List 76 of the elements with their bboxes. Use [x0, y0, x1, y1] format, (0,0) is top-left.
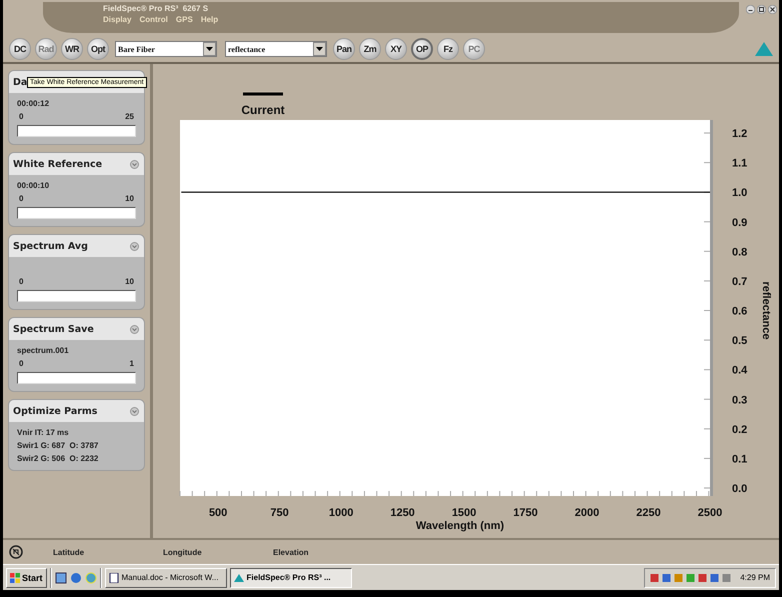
range-min: 0: [19, 277, 24, 286]
panel-title: Spectrum Avg: [13, 240, 88, 252]
range-max: 1: [130, 359, 134, 368]
panel-title: Da: [13, 76, 28, 88]
collapse-icon[interactable]: [130, 242, 139, 250]
dropdown[interactable]: Bare Fiber: [115, 41, 217, 57]
parameter-text: Swir2 G: 506 O: 2232: [17, 454, 100, 463]
x-tick-label: 2250: [636, 507, 661, 519]
range-min: 0: [19, 112, 24, 121]
x-tick-label: 1750: [513, 507, 538, 519]
legend: Current: [241, 92, 285, 117]
y-tick-label: 0.8: [732, 246, 748, 258]
toolbar-button[interactable]: Zm: [359, 38, 381, 60]
y-tick-label: 0.6: [732, 306, 748, 318]
panel-value: 00:00:12: [17, 99, 50, 108]
dropdown-arrow-icon: [206, 46, 213, 52]
parameter-text: Vnir IT: 17 ms: [17, 428, 70, 437]
taskbar-button[interactable]: Manual.doc - Microsoft W...: [104, 568, 227, 588]
legend-label: Current: [241, 103, 285, 117]
y-tick-label: 0.5: [732, 335, 748, 348]
window-title: FieldSpec® Pro RS³ 6267 S: [103, 4, 210, 13]
y-tick-label: 1.1: [732, 158, 748, 170]
status-label: Latitude: [53, 548, 86, 556]
document-icon: [108, 572, 119, 582]
x-tick-label: 1250: [390, 507, 415, 519]
dropdown[interactable]: reflectance: [225, 41, 327, 57]
restore-icon[interactable]: [757, 5, 766, 14]
x-tick-label: 2500: [698, 507, 722, 519]
y-tick-label: 0.0: [732, 483, 748, 496]
triangle-icon: [234, 574, 244, 582]
collapse-icon[interactable]: [130, 160, 139, 168]
x-tick-label: 1000: [328, 507, 354, 519]
y-tick-label: 1.0: [732, 187, 748, 200]
toolbar-button[interactable]: Pan: [333, 38, 355, 60]
status-label: Longitude: [163, 548, 203, 556]
toolbar-button[interactable]: Fz: [437, 38, 459, 60]
toolbar-button[interactable]: XY: [385, 38, 407, 60]
start-button[interactable]: Start: [6, 568, 47, 588]
x-axis: 500 750 1000 1250 1500 1750 2000 2250 2500: [180, 490, 722, 519]
x-tick-label: 2000: [574, 507, 600, 519]
y-tick-label: 0.3: [732, 394, 748, 406]
y-tick-label: 0.9: [732, 216, 748, 229]
x-axis-label: Wavelength (nm): [416, 520, 504, 532]
panel-title: Optimize Parms: [13, 406, 98, 416]
parameter-text: Swir1 G: 687 O: 3787: [17, 441, 100, 450]
range-max: 10: [125, 194, 134, 203]
y-tick-label: 0.7: [732, 276, 748, 288]
collapse-icon[interactable]: [130, 324, 139, 334]
collapse-icon[interactable]: [130, 406, 139, 416]
x-tick-label: 750: [270, 507, 289, 519]
y-tick-label: 0.2: [732, 424, 748, 436]
toolbar-button[interactable]: WR: [61, 38, 83, 60]
panel-title: Spectrum Save: [13, 324, 94, 334]
range-min: 0: [19, 359, 24, 368]
toolbar-button[interactable]: Opt: [87, 38, 109, 60]
clock: 4:29 PM: [740, 573, 770, 582]
range-max: 10: [125, 277, 134, 286]
taskbar-button[interactable]: FieldSpec® Pro RS³ ...: [230, 568, 352, 588]
dropdown-arrow-icon: [316, 46, 323, 52]
panel-value: spectrum.001: [17, 346, 70, 355]
status-label: Elevation: [273, 548, 310, 556]
panel-title: White Reference: [13, 158, 102, 170]
minimize-icon[interactable]: [746, 5, 755, 14]
y-tick-label: 1.2: [732, 128, 748, 140]
y-tick-label: 0.1: [732, 453, 748, 466]
y-axis-label: reflectance: [760, 281, 772, 340]
quick-launch-icon[interactable]: [54, 572, 67, 584]
close-icon[interactable]: [768, 5, 777, 14]
x-tick-label: 1500: [452, 507, 476, 519]
x-tick-label: 500: [208, 507, 228, 519]
toolbar-button[interactable]: DC: [9, 38, 31, 60]
panel-value: 00:00:10: [17, 181, 50, 190]
range-min: 0: [19, 194, 24, 203]
toolbar-button[interactable]: OP: [411, 38, 433, 60]
range-max: 25: [125, 112, 134, 121]
y-tick-label: 0.4: [732, 364, 748, 377]
